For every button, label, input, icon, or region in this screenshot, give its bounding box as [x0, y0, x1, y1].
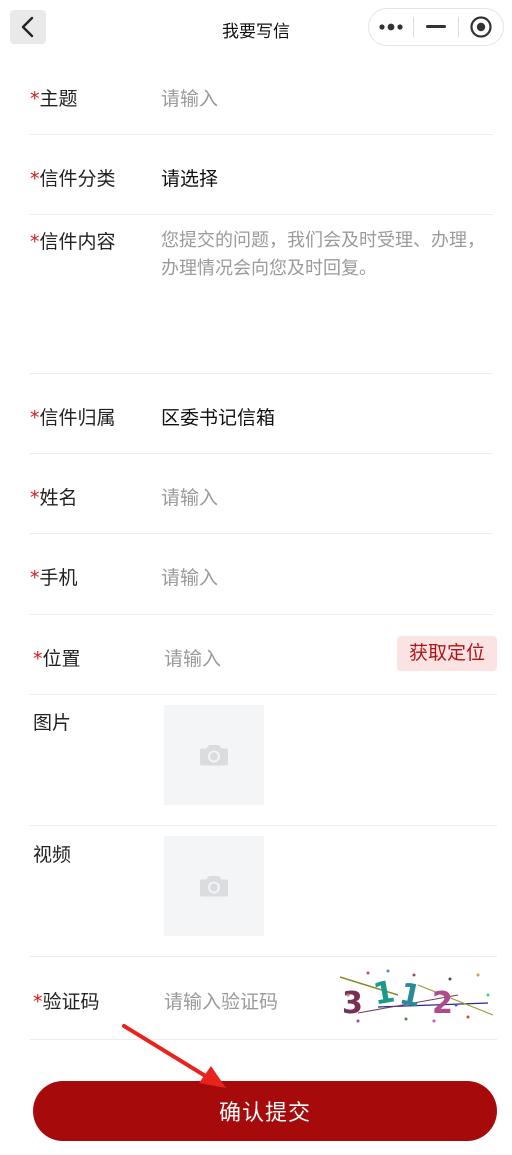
submit-button[interactable]: 确认提交	[33, 1081, 497, 1141]
more-dots-icon	[379, 23, 403, 31]
video-label: 视频	[33, 844, 72, 866]
captcha-image[interactable]: 3 1 1 2	[338, 965, 496, 1025]
navigation-bar: 我要写信	[0, 0, 512, 56]
more-button[interactable]	[369, 9, 413, 45]
name-input[interactable]: 请输入	[161, 483, 218, 510]
belong-select[interactable]: 区委书记信箱	[161, 403, 275, 430]
get-location-button[interactable]: 获取定位	[396, 636, 497, 671]
svg-text:3: 3	[342, 986, 363, 1021]
phone-label: *手机	[30, 567, 78, 589]
svg-text:2: 2	[432, 986, 453, 1021]
category-row[interactable]: *信件分类 请选择	[30, 135, 493, 215]
close-button[interactable]	[459, 9, 503, 45]
minimize-button[interactable]	[414, 9, 458, 45]
name-label: *姓名	[30, 487, 78, 509]
content-label: *信件内容	[30, 231, 116, 253]
subject-input[interactable]: 请输入	[161, 84, 218, 111]
category-label: *信件分类	[30, 168, 116, 190]
image-row: 图片	[30, 695, 497, 826]
captcha-row: *验证码 请输入验证码 3 1 1 2	[30, 957, 497, 1040]
content-textarea[interactable]: 您提交的问题，我们会及时受理、办理，办理情况会向您及时回复。	[161, 227, 491, 283]
belong-row[interactable]: *信件归属 区委书记信箱	[30, 374, 493, 454]
category-select[interactable]: 请选择	[161, 164, 218, 191]
target-circle-icon	[470, 16, 492, 38]
video-row: 视频	[30, 826, 497, 957]
captcha-label: *验证码	[33, 991, 100, 1013]
subject-row: *主题 请输入	[30, 56, 493, 135]
belong-label: *信件归属	[30, 407, 116, 429]
camera-icon	[200, 876, 228, 897]
name-row: *姓名 请输入	[30, 454, 493, 534]
subject-label: *主题	[30, 88, 78, 110]
location-label: *位置	[33, 648, 81, 670]
location-row: *位置 请输入 获取定位	[30, 615, 497, 695]
svg-text:1: 1	[396, 976, 424, 1015]
content-row: *信件内容 您提交的问题，我们会及时受理、办理，办理情况会向您及时回复。	[30, 215, 493, 374]
mini-program-capsule	[368, 8, 504, 46]
image-upload[interactable]	[164, 705, 264, 805]
location-input[interactable]: 请输入	[164, 644, 221, 671]
phone-input[interactable]: 请输入	[161, 563, 218, 590]
camera-icon	[200, 745, 228, 766]
phone-row: *手机 请输入	[30, 534, 493, 615]
video-upload[interactable]	[164, 836, 264, 936]
image-label: 图片	[33, 712, 72, 734]
captcha-input[interactable]: 请输入验证码	[164, 987, 278, 1014]
minimize-icon	[426, 25, 446, 28]
svg-text:1: 1	[371, 974, 398, 1012]
